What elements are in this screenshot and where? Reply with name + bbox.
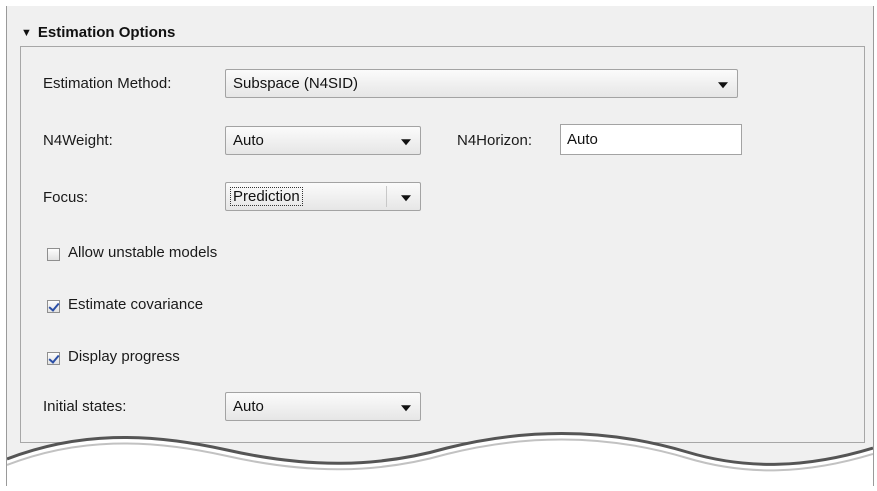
dropdown-separator (386, 186, 387, 207)
chevron-down-icon (718, 81, 728, 88)
display-progress-label[interactable]: Display progress (68, 348, 180, 365)
display-progress-checkbox[interactable] (47, 352, 60, 365)
options-panel: Estimation Method: Subspace (N4SID) N4We… (20, 46, 865, 443)
n4weight-label: N4Weight: (43, 132, 113, 149)
torn-edge-decoration (7, 432, 873, 486)
n4horizon-input[interactable]: Auto (560, 124, 742, 155)
estimation-method-dropdown[interactable]: Subspace (N4SID) (225, 69, 738, 98)
estimation-options-window: ▼ Estimation Options Estimation Method: … (6, 6, 874, 486)
chevron-down-icon (401, 404, 411, 411)
n4horizon-label: N4Horizon: (457, 132, 533, 149)
collapse-triangle-icon[interactable]: ▼ (21, 27, 32, 39)
focus-dropdown[interactable]: Prediction (225, 182, 421, 211)
estimate-covariance-label[interactable]: Estimate covariance (68, 296, 203, 313)
initial-states-value: Auto (233, 398, 264, 415)
section-header[interactable]: ▼ Estimation Options (21, 24, 175, 41)
n4weight-value: Auto (233, 132, 264, 149)
chevron-down-icon (401, 138, 411, 145)
n4weight-dropdown[interactable]: Auto (225, 126, 421, 155)
chevron-down-icon (401, 194, 411, 201)
allow-unstable-models-label[interactable]: Allow unstable models (68, 244, 217, 261)
focus-value: Prediction (230, 187, 303, 206)
allow-unstable-models-checkbox[interactable] (47, 248, 60, 261)
estimation-method-label: Estimation Method: (43, 75, 172, 92)
estimation-method-value: Subspace (N4SID) (233, 75, 359, 92)
section-title: Estimation Options (37, 24, 176, 41)
initial-states-dropdown[interactable]: Auto (225, 392, 421, 421)
initial-states-label: Initial states: (43, 398, 127, 415)
focus-label: Focus: (43, 189, 89, 206)
estimate-covariance-checkbox[interactable] (47, 300, 60, 313)
n4horizon-value: Auto (567, 131, 598, 148)
